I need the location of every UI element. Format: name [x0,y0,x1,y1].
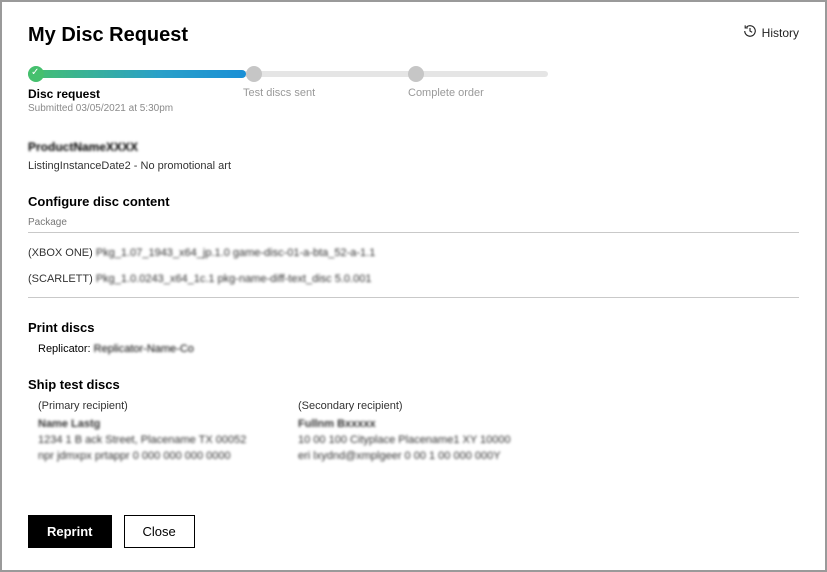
progress-fill [28,70,246,78]
history-link[interactable]: History [743,24,799,41]
listing-subtitle: ListingInstanceDate2 - No promotional ar… [28,160,799,172]
secondary-recipient: (Secondary recipient) Fullnm Bxxxxx 10 0… [298,400,528,462]
page-title: My Disc Request [28,24,188,47]
progress-tracker: Disc request Submitted 03/05/2021 at 5:3… [28,69,548,114]
divider [28,297,799,298]
reprint-button[interactable]: Reprint [28,515,112,548]
history-label: History [762,26,799,40]
package-column-label: Package [28,217,799,228]
close-button[interactable]: Close [124,515,195,548]
step-3: Complete order [408,87,548,114]
package-row: (SCARLETT) Pkg_1.0.0243_x64_1c.1 pkg-nam… [28,273,799,285]
step-dot-2 [246,66,262,82]
divider [28,232,799,233]
step-2: Test discs sent [243,87,408,114]
print-heading: Print discs [28,320,799,335]
step-1: Disc request Submitted 03/05/2021 at 5:3… [28,87,243,114]
primary-recipient: (Primary recipient) Name Lastg 1234 1 B … [38,400,268,462]
configure-heading: Configure disc content [28,194,799,209]
history-icon [743,24,757,41]
package-row: (XBOX ONE) Pkg_1.07_1943_x64_jp.1.0 game… [28,247,799,259]
ship-heading: Ship test discs [28,377,799,392]
listing-title: ProductNameXXXX [28,140,799,154]
disc-request-panel: { "header": { "title": "My Disc Request"… [0,0,827,572]
step-dot-3 [408,66,424,82]
replicator-row: Replicator: Replicator-Name-Co [28,343,799,355]
step-dot-1 [28,66,44,82]
